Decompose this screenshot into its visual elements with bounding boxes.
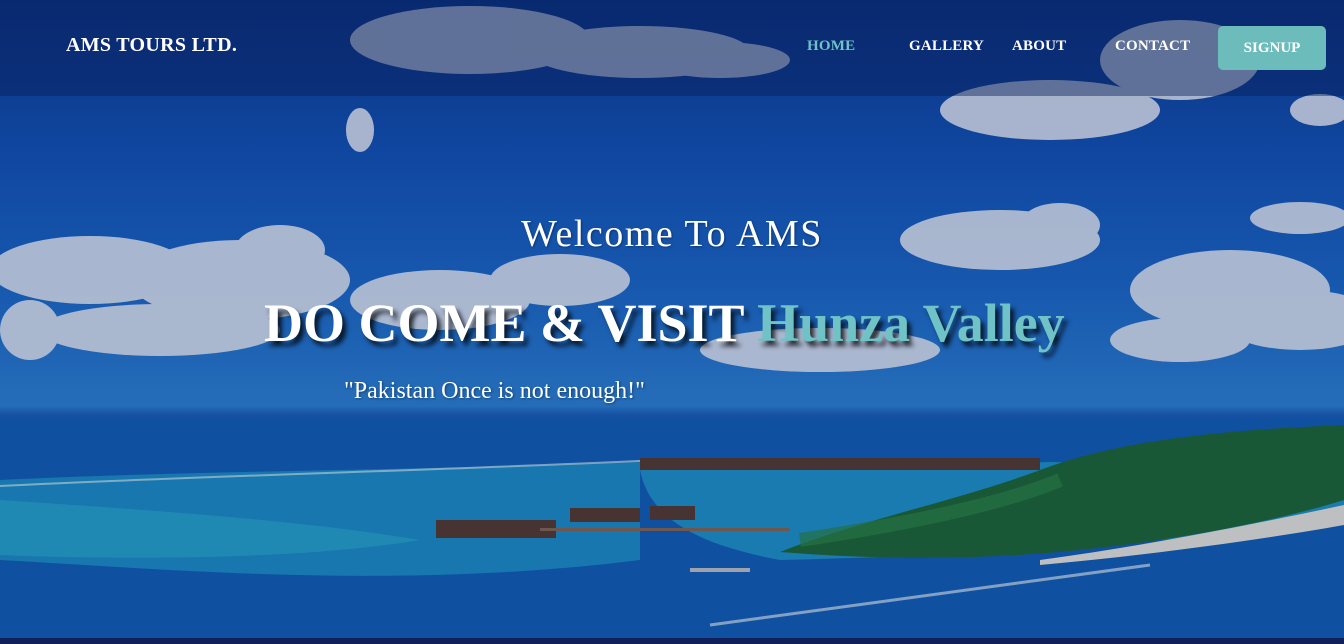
welcome-text: Welcome To AMS	[521, 213, 823, 255]
nav-link-about[interactable]: ABOUT	[1012, 38, 1066, 55]
headline-prefix: DO COME & VISIT	[264, 293, 744, 353]
navbar: AMS TOURS LTD. HOME GALLERY ABOUT CONTAC…	[0, 0, 1344, 96]
headline-accent: Hunza Valley	[757, 293, 1065, 353]
welcome-heading: Welcome To AMS	[0, 212, 1344, 256]
hero-tagline: "Pakistan Once is not enough!"	[344, 378, 645, 404]
signup-button[interactable]: SIGNUP	[1218, 26, 1326, 70]
bottom-strip	[0, 638, 1344, 644]
hero-headline: DO COME & VISIT Hunza Valley	[264, 292, 1065, 354]
nav-link-gallery[interactable]: GALLERY	[909, 38, 984, 55]
nav-link-home[interactable]: HOME	[807, 38, 855, 55]
nav-link-contact[interactable]: CONTACT	[1115, 38, 1190, 55]
brand-logo-text[interactable]: AMS TOURS LTD.	[66, 34, 237, 57]
